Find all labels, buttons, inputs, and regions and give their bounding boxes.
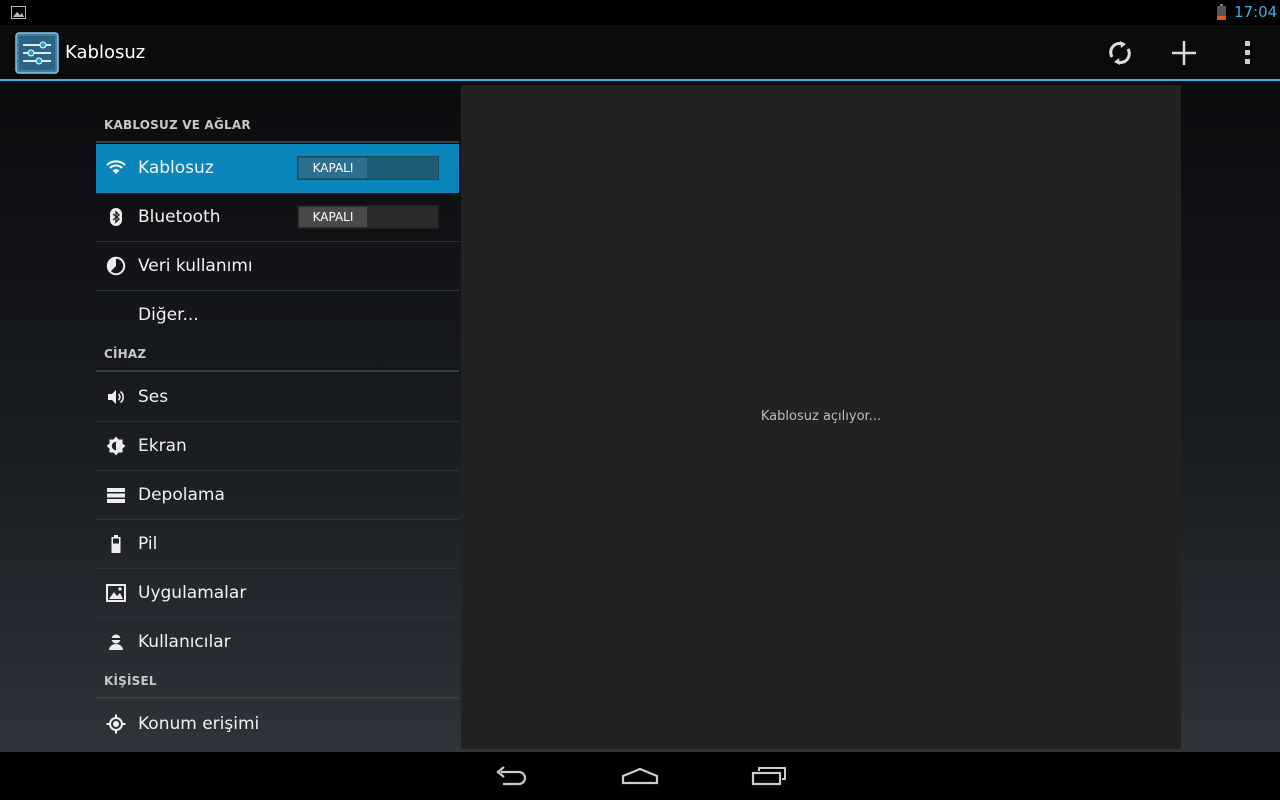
data-usage-icon	[106, 256, 126, 276]
recent-apps-icon	[751, 767, 786, 786]
category-device: CİHAZ	[96, 340, 459, 372]
settings-item-label: Pil	[138, 534, 158, 554]
settings-item-storage[interactable]: Depolama	[96, 471, 459, 520]
add-network-button[interactable]	[1158, 29, 1210, 77]
back-button[interactable]	[472, 752, 552, 800]
settings-item-label: Konum erişimi	[138, 714, 260, 734]
settings-item-bluetooth[interactable]: Bluetooth KAPALI	[96, 193, 459, 242]
wifi-toggle[interactable]: KAPALI	[297, 156, 439, 180]
bluetooth-toggle[interactable]: KAPALI	[297, 205, 439, 229]
settings-item-label: Bluetooth	[138, 207, 221, 227]
category-personal: KİŞİSEL	[96, 667, 459, 699]
toggle-state: KAPALI	[299, 207, 367, 227]
home-button[interactable]	[600, 752, 680, 800]
brightness-icon	[106, 436, 126, 456]
settings-content: KABLOSUZ VE AĞLAR Kablosuz KAPALI Blueto…	[0, 81, 1280, 752]
settings-item-data-usage[interactable]: Veri kullanımı	[96, 242, 459, 291]
settings-item-wifi[interactable]: Kablosuz KAPALI	[96, 144, 459, 193]
category-label: KİŞİSEL	[104, 674, 157, 688]
settings-item-label: Uygulamalar	[138, 583, 247, 603]
clock: 17:04	[1234, 3, 1278, 21]
settings-item-label: Ses	[138, 387, 169, 407]
settings-list[interactable]: KABLOSUZ VE AĞLAR Kablosuz KAPALI Blueto…	[96, 81, 459, 752]
bluetooth-icon	[110, 208, 122, 226]
settings-item-users[interactable]: Kullanıcılar	[96, 618, 459, 666]
settings-item-more[interactable]: Diğer...	[96, 291, 459, 339]
location-icon	[106, 714, 126, 734]
page-title: Kablosuz	[65, 42, 146, 63]
battery-low-icon	[1217, 4, 1226, 20]
apps-icon	[106, 584, 126, 602]
settings-item-label: Depolama	[138, 485, 225, 505]
settings-item-label: Ekran	[138, 436, 187, 456]
settings-item-label: Kullanıcılar	[138, 632, 231, 652]
sync-wifi-icon	[1109, 41, 1131, 65]
storage-icon	[107, 488, 125, 503]
category-wireless-networks: KABLOSUZ VE AĞLAR	[96, 111, 459, 143]
category-label: KABLOSUZ VE AĞLAR	[104, 118, 251, 132]
settings-item-label: Veri kullanımı	[138, 256, 253, 276]
user-icon	[109, 634, 123, 650]
navigation-bar	[0, 752, 1280, 800]
wifi-icon	[106, 160, 126, 174]
sync-wifi-button[interactable]	[1094, 29, 1146, 77]
volume-icon	[108, 390, 124, 404]
settings-item-apps[interactable]: Uygulamalar	[96, 569, 459, 618]
battery-icon	[111, 535, 121, 553]
back-icon	[496, 766, 527, 786]
settings-item-battery[interactable]: Pil	[96, 520, 459, 569]
gallery-notification-icon	[11, 6, 26, 19]
overflow-menu-button[interactable]	[1222, 29, 1274, 77]
settings-item-label: Diğer...	[138, 305, 199, 325]
home-icon	[621, 767, 659, 785]
settings-app-icon[interactable]	[15, 32, 59, 74]
settings-item-label: Kablosuz	[138, 158, 214, 178]
toggle-state: KAPALI	[299, 158, 367, 178]
detail-pane: Kablosuz açılıyor...	[461, 85, 1181, 749]
settings-item-display[interactable]: Ekran	[96, 422, 459, 471]
action-bar: Kablosuz	[0, 25, 1280, 81]
wifi-status-message: Kablosuz açılıyor...	[760, 409, 882, 424]
status-bar: 17:04	[0, 0, 1280, 25]
add-icon	[1172, 41, 1196, 65]
overflow-menu-icon	[1245, 41, 1250, 64]
recent-apps-button[interactable]	[729, 752, 809, 800]
settings-item-location[interactable]: Konum erişimi	[96, 700, 459, 749]
category-label: CİHAZ	[104, 347, 147, 361]
settings-item-sound[interactable]: Ses	[96, 373, 459, 422]
